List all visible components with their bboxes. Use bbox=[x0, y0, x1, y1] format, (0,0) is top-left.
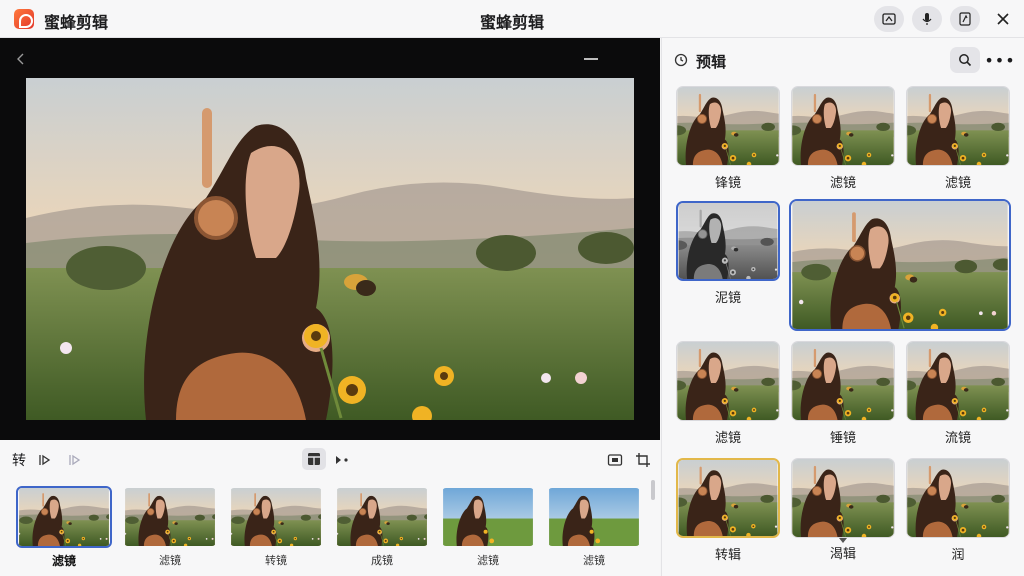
preset-item[interactable]: 渴辑 bbox=[791, 458, 895, 562]
preset-item[interactable]: 滤镜 bbox=[676, 341, 780, 446]
preset-label: 锋镜 bbox=[714, 176, 741, 191]
filmstrip: 滤镜 滤镜 转镜 成镜 滤镜 滤镜 bbox=[0, 480, 660, 576]
pen-button[interactable] bbox=[950, 6, 980, 32]
preset-label: 渴辑 bbox=[829, 547, 856, 562]
filmstrip-scrollbar[interactable] bbox=[651, 480, 655, 500]
window-title: 蜜蜂剪辑 bbox=[479, 13, 544, 32]
filmstrip-thumbnail bbox=[125, 488, 215, 546]
filmstrip-label: 滤镜 bbox=[159, 554, 181, 567]
preset-thumbnail bbox=[676, 201, 780, 281]
preset-label: 泥镜 bbox=[714, 291, 741, 306]
preset-item[interactable]: 泥镜 bbox=[676, 201, 780, 306]
crop-icon[interactable] bbox=[634, 451, 652, 469]
preset-thumbnail bbox=[676, 458, 780, 538]
more-button[interactable]: ••• bbox=[984, 51, 1014, 70]
search-icon bbox=[959, 54, 972, 67]
preset-thumbnail bbox=[676, 86, 780, 166]
microphone-button[interactable] bbox=[912, 6, 942, 32]
preset-item[interactable]: 转辑 bbox=[676, 458, 780, 563]
title-bar: 蜜蜂剪辑 蜜蜂剪辑 bbox=[0, 0, 1024, 38]
screen-capture-icon bbox=[882, 13, 896, 25]
screenshot-icon[interactable] bbox=[606, 451, 624, 469]
filmstrip-label: 滤镜 bbox=[477, 554, 499, 567]
preset-item[interactable]: 锤镜 bbox=[791, 341, 895, 446]
preset-thumbnail bbox=[906, 458, 1010, 538]
filmstrip-item[interactable]: 滤镜 bbox=[440, 486, 536, 568]
play-next-icon[interactable] bbox=[334, 451, 352, 469]
close-button[interactable] bbox=[990, 6, 1016, 32]
filmstrip-label: 滤镜 bbox=[51, 554, 76, 568]
preset-label: 润 bbox=[951, 548, 965, 563]
minimize-icon[interactable] bbox=[584, 58, 598, 60]
preset-item[interactable]: 滤镜 bbox=[791, 86, 895, 191]
layout-icon bbox=[308, 453, 320, 465]
pen-icon bbox=[959, 12, 971, 26]
clock-icon bbox=[674, 53, 688, 67]
preset-thumbnail bbox=[676, 341, 780, 421]
filmstrip-thumbnail bbox=[16, 486, 112, 548]
microphone-icon bbox=[922, 13, 932, 25]
preset-thumbnail bbox=[906, 341, 1010, 421]
filmstrip-item[interactable]: 滤镜 bbox=[546, 486, 642, 568]
filmstrip-label: 滤镜 bbox=[583, 554, 605, 567]
forward-icon[interactable] bbox=[66, 451, 84, 469]
preset-large-preview[interactable] bbox=[789, 199, 1011, 331]
layout-button[interactable] bbox=[302, 448, 326, 470]
filmstrip-item[interactable]: 滤镜 bbox=[16, 486, 112, 569]
filmstrip-thumbnail bbox=[549, 488, 639, 546]
preset-thumbnail bbox=[791, 341, 895, 421]
flip-icon[interactable] bbox=[36, 451, 54, 469]
editor-toolbar: 转 bbox=[0, 440, 660, 480]
filmstrip-thumbnail bbox=[337, 488, 427, 546]
filmstrip-label: 成镜 bbox=[371, 554, 393, 567]
preview-image bbox=[26, 78, 634, 420]
preset-label: 流镜 bbox=[944, 431, 971, 446]
preset-label: 转辑 bbox=[714, 548, 741, 563]
filmstrip-label: 转镜 bbox=[265, 554, 287, 567]
screen-capture-button[interactable] bbox=[874, 6, 904, 32]
preset-label: 滤镜 bbox=[829, 176, 856, 191]
rotate-button[interactable]: 转 bbox=[12, 450, 26, 470]
more-icon: ••• bbox=[984, 50, 1016, 70]
filmstrip-item[interactable]: 滤镜 bbox=[122, 486, 218, 568]
preset-label: 锤镜 bbox=[829, 431, 856, 446]
presets-panel: 预辑 ••• 锋镜 滤镜 滤镜 泥镜 滤镜 锤镜 流镜 转辑 渴辑 润 bbox=[661, 38, 1024, 576]
close-icon bbox=[997, 13, 1009, 25]
panel-title: 预辑 bbox=[696, 53, 727, 71]
preset-item[interactable]: 润 bbox=[906, 458, 1010, 563]
preset-label: 滤镜 bbox=[714, 431, 741, 446]
preset-item[interactable]: 滤镜 bbox=[906, 86, 1010, 191]
filmstrip-item[interactable]: 成镜 bbox=[334, 486, 430, 568]
filmstrip-thumbnail bbox=[443, 488, 533, 546]
filmstrip-thumbnail bbox=[231, 488, 321, 546]
preset-item[interactable]: 流镜 bbox=[906, 341, 1010, 446]
back-icon[interactable] bbox=[14, 52, 28, 66]
video-preview bbox=[0, 38, 660, 440]
preset-thumbnail bbox=[791, 458, 895, 538]
preset-item[interactable]: 锋镜 bbox=[676, 86, 780, 191]
search-button[interactable] bbox=[950, 47, 980, 73]
preset-thumbnail bbox=[906, 86, 1010, 166]
preset-thumbnail bbox=[791, 86, 895, 166]
preset-label: 滤镜 bbox=[944, 176, 971, 191]
filmstrip-item[interactable]: 转镜 bbox=[228, 486, 324, 568]
